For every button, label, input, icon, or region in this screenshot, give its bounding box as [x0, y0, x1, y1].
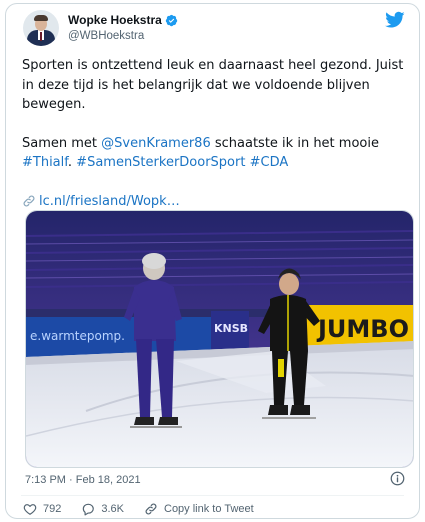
tweet-line: bewegen.: [22, 97, 86, 112]
copy-link-label: Copy link to Tweet: [164, 503, 254, 515]
tweet-text: Sporten is ontzettend leuk en daarnaast …: [22, 56, 414, 211]
tweet-line: #Thialf. #SamenSterkerDoorSport #CDA: [22, 155, 289, 170]
banner-right-text: JUMBO: [316, 315, 409, 343]
twitter-bird-icon[interactable]: [385, 11, 405, 29]
reply-count: 3.6K: [101, 503, 124, 515]
link-icon: [23, 195, 35, 207]
tweet-line: Sporten is ontzettend leuk en daarnaast …: [22, 58, 404, 73]
tweet-text-segment: Samen met: [22, 135, 102, 151]
author-name-row: Wopke Hoekstra: [68, 13, 178, 27]
like-button[interactable]: 792: [23, 502, 61, 516]
tweet-photo[interactable]: e.warmtepomp. KNSB JUMBO: [25, 210, 414, 468]
tweet-actions: 792 3.6K Copy link to Tweet: [23, 502, 274, 516]
hashtag-link[interactable]: #CDA: [250, 155, 289, 170]
external-link-text[interactable]: lc.nl/friesland/Wopk…: [39, 192, 180, 212]
like-count: 792: [43, 503, 62, 515]
info-icon[interactable]: [390, 471, 405, 486]
banner-left-text: e.warmtepomp.: [30, 329, 125, 343]
hashtag-link[interactable]: #SamenSterkerDoorSport: [76, 155, 245, 170]
author-handle[interactable]: @WBHoekstra: [68, 30, 144, 42]
reply-button[interactable]: 3.6K: [81, 502, 124, 516]
external-link[interactable]: lc.nl/friesland/Wopk…: [22, 192, 414, 212]
tweet-line: in deze tijd is het belangrijk dat we vo…: [22, 77, 370, 93]
mention-link[interactable]: @SvenKramer86: [101, 136, 211, 151]
heart-icon: [23, 504, 37, 515]
verified-badge-icon: [165, 14, 177, 26]
hashtag-link[interactable]: #Thialf: [22, 155, 68, 170]
author-name[interactable]: Wopke Hoekstra: [68, 13, 162, 27]
copy-link-icon: [145, 503, 157, 515]
tweet-line: Samen met @SvenKramer86 schaatste ik in …: [22, 134, 414, 154]
divider: [21, 495, 404, 496]
reply-icon: [83, 503, 95, 516]
banner-mid-text: KNSB: [214, 322, 248, 335]
avatar[interactable]: [23, 10, 59, 46]
skating-photo: e.warmtepomp. KNSB JUMBO: [26, 211, 413, 467]
tweet-text-segment: schaatste ik in het mooie: [210, 135, 379, 151]
tweet-timestamp[interactable]: 7:13 PM · Feb 18, 2021: [25, 474, 141, 486]
tweet-card: Wopke Hoekstra @WBHoekstra Sporten is on…: [5, 3, 420, 519]
copy-link-button[interactable]: Copy link to Tweet: [144, 502, 254, 516]
